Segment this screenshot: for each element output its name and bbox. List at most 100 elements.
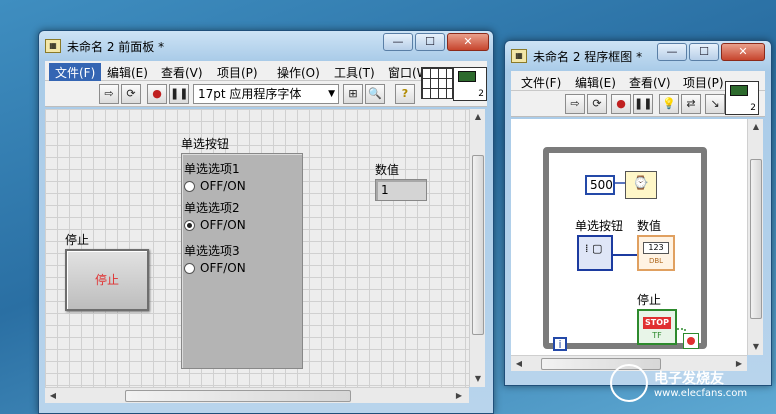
block-diagram-vertical-scrollbar[interactable]: ▲ ▼: [747, 119, 763, 355]
block-diagram-window: ▦ 未命名 2 程序框图 * — ☐ ✕ 文件(F) 编辑(E) 查看(V) 项…: [504, 40, 772, 386]
radio-option-2-title: 单选选项2: [184, 201, 240, 215]
maximize-button[interactable]: ☐: [415, 33, 445, 51]
stop-button-text: 停止: [94, 273, 119, 287]
elecfans-watermark: 电子发烧友 www.elecfans.com: [610, 364, 758, 406]
radio-option-2[interactable]: [184, 220, 195, 231]
block-diagram-titlebar[interactable]: ▦ 未命名 2 程序框图 * — ☐ ✕: [505, 41, 771, 69]
front-panel-window: ▦ 未命名 2 前面板 * — ☐ ✕ 文件(F) 编辑(E) 查看(V) 项目…: [38, 30, 494, 414]
radio-terminal[interactable]: ⁞ ▢: [577, 235, 613, 271]
radio-group-label: 单选按钮: [181, 137, 230, 151]
menu-view[interactable]: 查看(V): [155, 63, 209, 82]
scroll-left-icon[interactable]: ◀: [45, 388, 61, 404]
vi-icon-panel[interactable]: 2: [453, 67, 487, 101]
menu-file[interactable]: 文件(F): [49, 63, 102, 82]
connector-pane[interactable]: [421, 67, 453, 99]
minimize-button[interactable]: —: [383, 33, 413, 51]
numeric-terminal-type: 123: [643, 242, 669, 254]
loop-condition-terminal[interactable]: [683, 333, 699, 349]
pause-icon[interactable]: ❚❚: [633, 94, 653, 114]
help-icon[interactable]: ?: [395, 84, 415, 104]
radio-terminal-glyph: ⁞ ▢: [585, 242, 603, 255]
run-arrow-icon[interactable]: ⇨: [565, 94, 585, 114]
maximize-button[interactable]: ☐: [689, 43, 719, 61]
numeric-terminal[interactable]: 123 DBL: [637, 235, 675, 271]
scroll-down-icon[interactable]: ▼: [748, 339, 764, 355]
close-button[interactable]: ✕: [721, 43, 765, 61]
run-arrow-icon[interactable]: ⇨: [99, 84, 119, 104]
numeric-indicator: 1: [375, 179, 427, 201]
front-panel-horizontal-scrollbar[interactable]: ◀ ▶: [45, 387, 469, 403]
run-continuous-icon[interactable]: ⟳: [587, 94, 607, 114]
radio-option-3[interactable]: [184, 263, 195, 274]
vertical-scroll-thumb[interactable]: [472, 155, 484, 335]
front-panel-title: 未命名 2 前面板 *: [67, 40, 165, 54]
stop-if-true-icon: [687, 337, 695, 345]
radio-option-2-text: OFF/ON: [200, 218, 246, 232]
front-panel-vertical-scrollbar[interactable]: ▲ ▼: [469, 109, 485, 387]
diagram-wires: [613, 182, 686, 339]
run-continuous-icon[interactable]: ⟳: [121, 84, 141, 104]
front-panel-titlebar[interactable]: ▦ 未命名 2 前面板 * — ☐ ✕: [39, 31, 493, 59]
stop-terminal-text: STOP: [643, 317, 671, 329]
radio-option-1-title: 单选选项1: [184, 162, 240, 176]
wait-time-value: 500: [590, 178, 613, 192]
menu-project[interactable]: 项目(P): [211, 63, 264, 82]
vi-icon-number: 2: [750, 103, 756, 113]
labview-vi-icon: ▦: [511, 49, 527, 63]
step-into-icon[interactable]: ↘: [705, 94, 725, 114]
chevron-down-icon: ▼: [328, 89, 335, 99]
stop-terminal-type: TF: [652, 331, 662, 340]
stop-button[interactable]: 停止: [65, 249, 149, 311]
numeric-label: 数值: [375, 163, 400, 177]
menu-project[interactable]: 项目(P): [677, 73, 730, 92]
radio-option-1[interactable]: [184, 181, 195, 192]
align-icon[interactable]: ⊞: [343, 84, 363, 104]
close-button[interactable]: ✕: [447, 33, 489, 51]
scroll-right-icon[interactable]: ▶: [451, 388, 467, 404]
elecfans-logo-icon: [610, 364, 648, 402]
numeric-value: 1: [381, 183, 389, 197]
stop-terminal[interactable]: STOP TF: [637, 309, 677, 345]
labview-vi-icon: ▦: [45, 39, 61, 53]
horizontal-scroll-thumb[interactable]: [125, 390, 351, 402]
block-diagram-canvas[interactable]: 500 ⌚ 单选按钮 ⁞ ▢ 数值 123 DBL 停止 STOP TF i: [511, 119, 747, 355]
menu-operate[interactable]: 操作(O): [271, 63, 326, 82]
block-diagram-title: 未命名 2 程序框图 *: [533, 50, 643, 64]
radio-option-1-text: OFF/ON: [200, 179, 246, 193]
vi-icon-number: 2: [478, 89, 484, 99]
font-selector[interactable]: 17pt 应用程序字体 ▼: [193, 84, 339, 104]
vi-icon-screen: [730, 85, 748, 96]
radio-option-3-title: 单选选项3: [184, 244, 240, 258]
scroll-left-icon[interactable]: ◀: [511, 356, 527, 372]
watermark-en: www.elecfans.com: [654, 388, 748, 399]
wait-time-constant[interactable]: 500: [585, 175, 615, 195]
menu-tools[interactable]: 工具(T): [328, 63, 381, 82]
minimize-button[interactable]: —: [657, 43, 687, 61]
abort-icon[interactable]: ●: [611, 94, 631, 114]
menu-view[interactable]: 查看(V): [623, 73, 677, 92]
highlight-execution-icon[interactable]: 💡: [659, 94, 679, 114]
scroll-down-icon[interactable]: ▼: [470, 371, 486, 387]
menu-edit[interactable]: 编辑(E): [569, 73, 622, 92]
front-panel-canvas[interactable]: 停止 停止 单选按钮 单选选项1 OFF/ON 单选选项2 OFF/ON 单选选…: [45, 109, 469, 387]
menu-edit[interactable]: 编辑(E): [101, 63, 154, 82]
scroll-up-icon[interactable]: ▲: [470, 109, 486, 125]
retain-wire-values-icon[interactable]: ⇄: [681, 94, 701, 114]
vi-icon-screen: [458, 71, 476, 82]
radio-option-3-text: OFF/ON: [200, 261, 246, 275]
scroll-up-icon[interactable]: ▲: [748, 119, 764, 135]
abort-icon[interactable]: ●: [147, 84, 167, 104]
clock-icon: ⌚: [632, 176, 650, 191]
menu-file[interactable]: 文件(F): [515, 73, 567, 92]
radio-button-group: 单选选项1 OFF/ON 单选选项2 OFF/ON 单选选项3 OFF/ON: [181, 153, 303, 369]
vertical-scroll-thumb[interactable]: [750, 159, 762, 319]
numeric-terminal-label: 数值: [637, 219, 662, 233]
pause-icon[interactable]: ❚❚: [169, 84, 189, 104]
stop-label: 停止: [65, 233, 90, 247]
watermark-cn: 电子发烧友: [654, 371, 724, 387]
font-selector-value: 17pt 应用程序字体: [198, 87, 302, 101]
vi-icon-diagram[interactable]: 2: [725, 81, 759, 115]
wait-ms-function[interactable]: ⌚: [625, 171, 657, 199]
stop-terminal-label: 停止: [637, 293, 662, 307]
search-icon[interactable]: 🔍: [365, 84, 385, 104]
